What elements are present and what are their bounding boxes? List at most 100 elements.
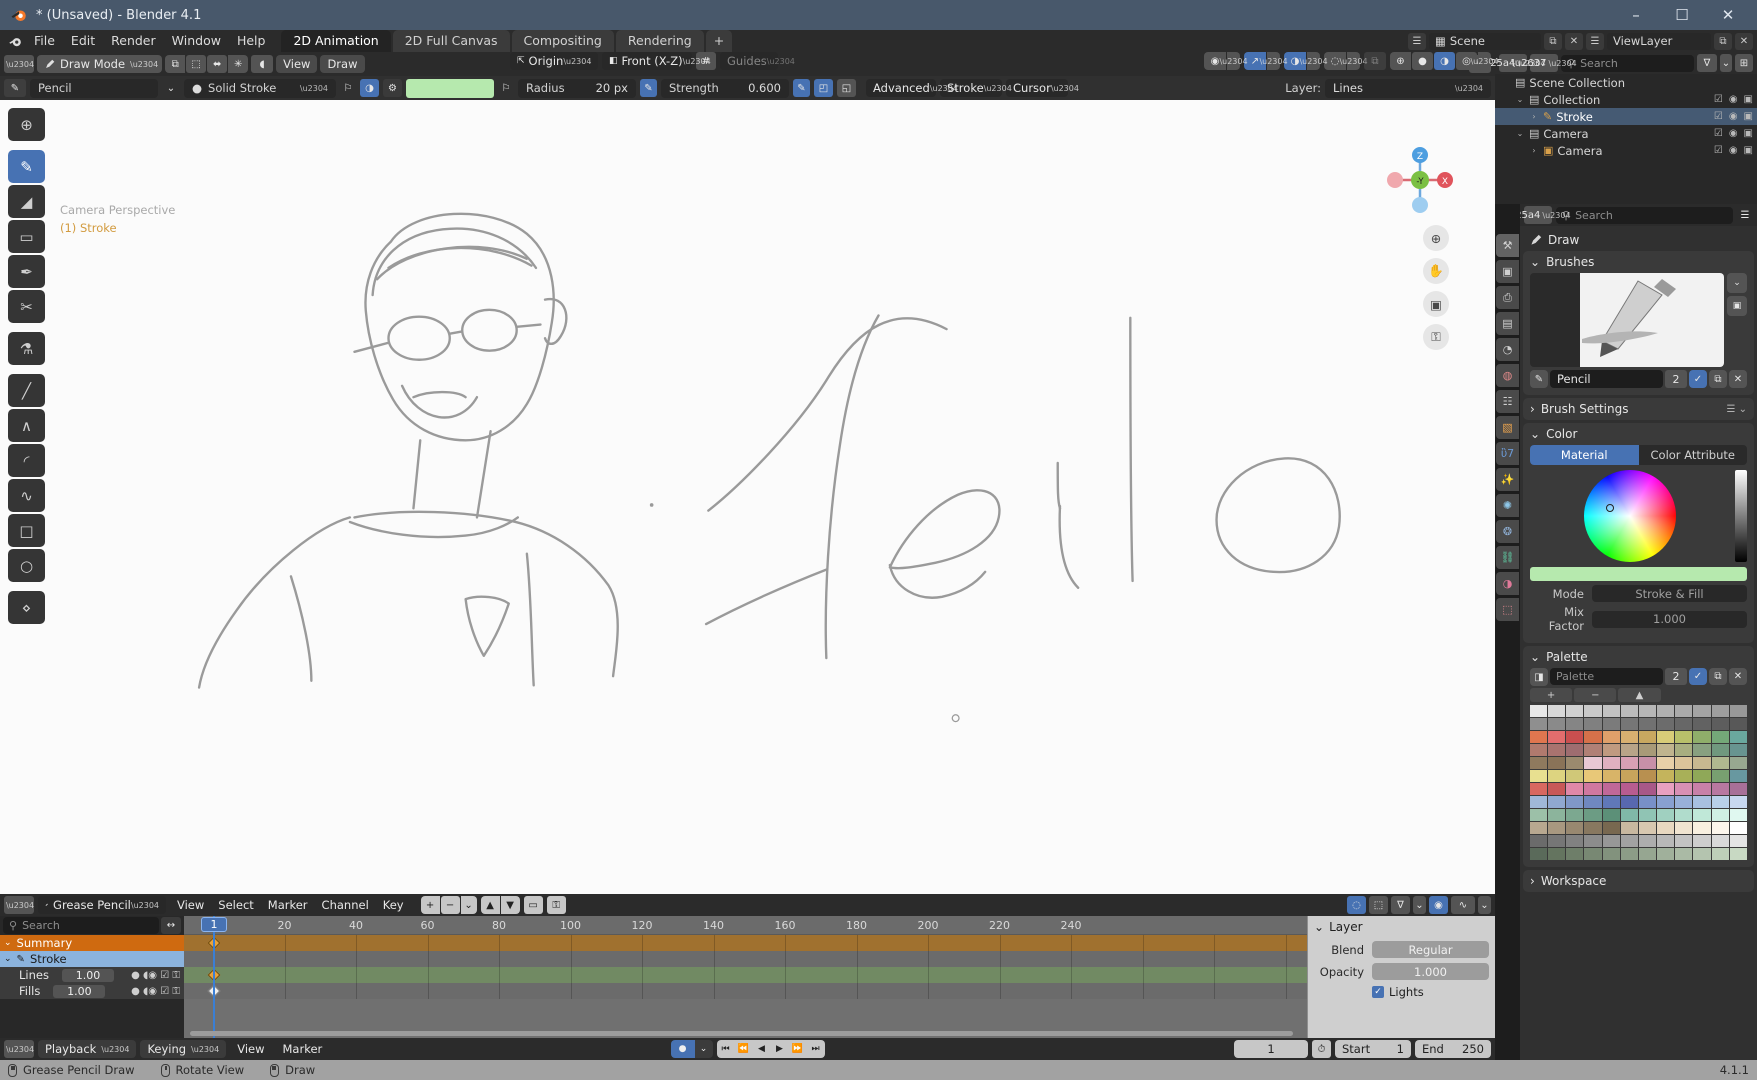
palette-swatch[interactable] [1602,705,1620,717]
value-slider[interactable] [1735,470,1747,562]
viewport-3d[interactable]: ⊕ ✎ ◢ ▭ ✒ ✂ ⚗ ╱ ∧ ◜ ∿ □ ○ ⋄ Camera Perspective (1) St… [0,100,1495,894]
camera-render-icon[interactable]: ▣ [1744,111,1753,122]
tweak-tool[interactable]: ⊕ [8,108,45,141]
outliner-search-input[interactable]: ⚲ Search [1561,54,1694,72]
palette-swatch[interactable] [1657,848,1675,860]
navigation-gizmo[interactable]: Z X -Y [1385,145,1455,215]
palette-swatch[interactable] [1638,848,1657,860]
palette-swatch[interactable] [1566,796,1584,808]
camera-render-icon[interactable]: ▣ [1744,145,1753,156]
menu-edit[interactable]: Edit [63,30,103,52]
keyrow-lines[interactable] [184,967,1495,983]
zoom-icon[interactable]: ⊕ [1423,225,1449,251]
palette-swatch[interactable] [1638,731,1657,743]
palette-swatch[interactable] [1548,770,1566,782]
mode-selector[interactable]: Draw Mode \u2304 [37,55,163,73]
cursor-popover[interactable]: Cursor \u2304 [1006,79,1079,97]
erase-tool[interactable]: ▭ [8,220,45,253]
filter-icon[interactable]: ∇ [1391,896,1410,914]
dot-icon[interactable]: ● [131,970,140,981]
palette-swatch[interactable] [1602,809,1620,821]
jump-end-button[interactable]: ⏭ [806,1040,825,1058]
box-tool[interactable]: □ [8,514,45,547]
timeline-menu-marker[interactable]: Marker [276,1040,330,1058]
auto-keying-button[interactable]: ● [670,1040,695,1058]
expand-channels-icon[interactable]: ↔ [161,917,181,934]
palette-swatch[interactable] [1584,705,1602,717]
palette-swatch[interactable] [1584,744,1602,756]
palette-swatch[interactable] [1602,783,1620,795]
palette-swatch[interactable] [1675,796,1693,808]
palette-swatch[interactable] [1602,770,1620,782]
properties-options-icon[interactable]: ☰ [1737,206,1753,224]
toggle-xray-icon[interactable]: ⧉ [1364,52,1386,70]
physics-tab[interactable]: ❂ [1496,520,1519,543]
palette-swatch[interactable] [1657,718,1675,730]
dopesheet-menu-marker[interactable]: Marker [261,896,315,914]
new-palette-icon[interactable]: ⧉ [1709,668,1727,685]
palette-swatch[interactable] [1729,809,1747,821]
material-tab[interactable]: ⬚ [1496,598,1519,621]
expand-toggle-icon[interactable]: › [1529,112,1539,121]
camera-view-icon[interactable]: ▣ [1423,291,1449,317]
keying-popover[interactable]: Keying \u2304 [140,1040,227,1058]
palette-swatch[interactable] [1620,848,1638,860]
palette-swatch[interactable] [1729,718,1747,730]
palette-swatch[interactable] [1675,835,1693,847]
eyedropper-tool[interactable]: ⚗ [8,332,45,365]
palette-swatch[interactable] [1638,705,1657,717]
palette-swatch[interactable] [1638,783,1657,795]
move-up-icon[interactable]: ▲ [480,896,500,914]
use-preview-range-icon[interactable]: ⏱ [1312,1040,1331,1058]
palette-swatch[interactable] [1693,757,1711,769]
palette-swatch[interactable] [1729,731,1747,743]
tint-tool[interactable]: ✒ [8,255,45,288]
checkbox-icon[interactable]: ☑ [160,986,169,997]
palette-swatch[interactable] [1729,705,1747,717]
brush-preview-icon[interactable]: ✎ [4,79,26,97]
palette-swatch[interactable] [1657,757,1675,769]
palette-swatch[interactable] [1602,796,1620,808]
palette-swatch[interactable] [1584,835,1602,847]
menu-render[interactable]: Render [103,30,164,52]
layer-selector[interactable]: Lines \u2304 [1325,78,1491,98]
circle-tool[interactable]: ○ [8,549,45,582]
palette-swatch[interactable] [1711,770,1729,782]
brush-name-field[interactable]: Pencil [30,78,158,98]
palette-swatch[interactable] [1530,731,1548,743]
palette-swatch[interactable] [1620,783,1638,795]
palette-swatch[interactable] [1620,809,1638,821]
channel-row-summary[interactable]: ⌄ Summary [0,935,184,951]
browse-brush-icon[interactable]: ✎ [1530,370,1548,388]
palette-swatch[interactable] [1584,848,1602,860]
palette-swatch[interactable] [1620,731,1638,743]
palette-swatch[interactable] [1638,718,1657,730]
sort-swatches-button[interactable]: ▲ [1618,688,1661,702]
polyline-tool[interactable]: ∧ [8,409,45,442]
color-wheel-cursor[interactable] [1606,504,1614,512]
palette-swatch[interactable] [1566,770,1584,782]
palette-swatch[interactable] [1693,822,1711,834]
color-panel-header[interactable]: ⌄ Color [1523,423,1754,445]
palette-swatch[interactable] [1620,718,1638,730]
palette-swatch[interactable] [1729,848,1747,860]
new-brush-icon[interactable]: ⧉ [1709,370,1727,388]
palette-swatch[interactable] [1638,744,1657,756]
palette-swatch[interactable] [1566,848,1584,860]
palette-swatch[interactable] [1566,744,1584,756]
next-keyframe-button[interactable]: ⏩ [788,1040,807,1058]
checkbox-icon[interactable]: ☑ [160,970,169,981]
dopesheet-mode-selector[interactable]: Grease Pencil \u2304 [38,896,166,914]
brush-settings-header[interactable]: › Brush Settings ☰ ⌄ [1523,398,1754,420]
modifiers-tab[interactable]: ὒ7 [1496,442,1519,465]
keyrow-stroke[interactable] [184,951,1495,967]
output-tab[interactable]: ⎙ [1496,286,1519,309]
playhead[interactable] [213,916,215,1038]
properties-editor-type-icon[interactable]: \u25a4\u2304 [1520,206,1571,224]
palette-swatch[interactable] [1638,835,1657,847]
eye-icon[interactable]: ◉ [148,970,157,981]
brush-preview-toggle-icon[interactable]: ▣ [1727,296,1747,316]
strength-pressure-icon[interactable]: ✎ [793,79,810,97]
play-reverse-button[interactable]: ◀ [752,1040,771,1058]
palette-swatch[interactable] [1530,835,1548,847]
